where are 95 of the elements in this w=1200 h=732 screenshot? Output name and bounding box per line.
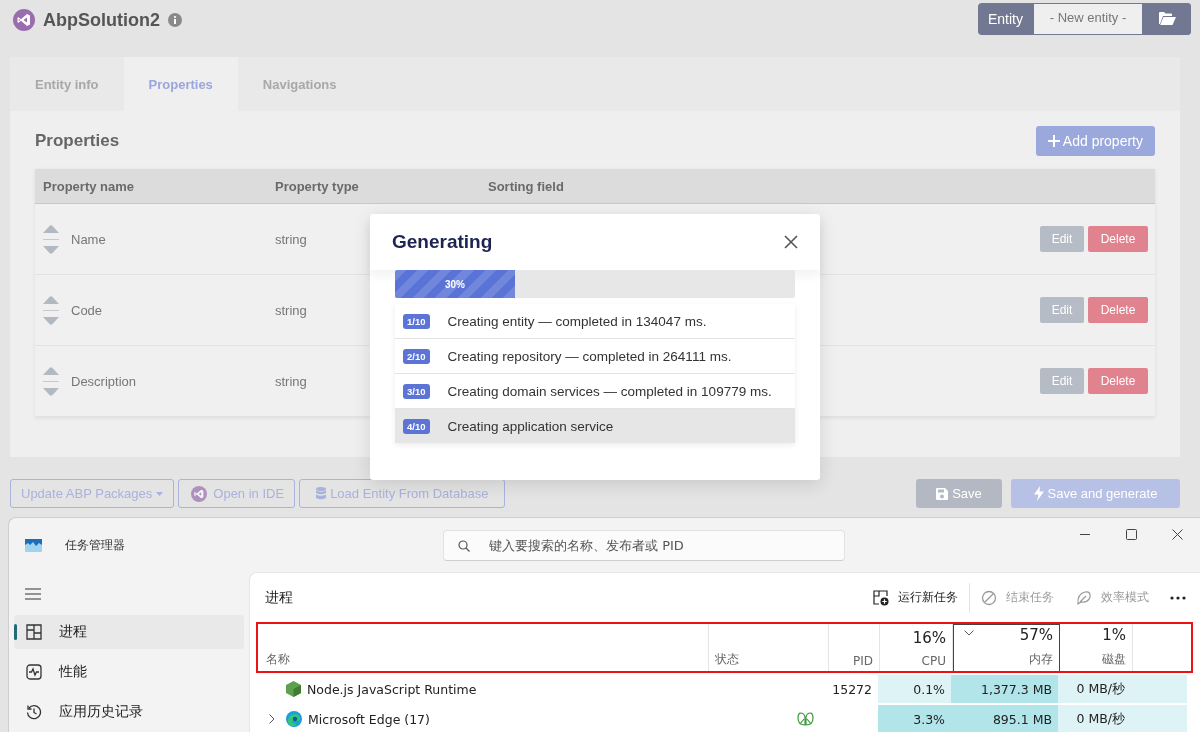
menu-icon xyxy=(25,588,41,600)
close-icon xyxy=(1171,528,1183,540)
table-cell: 3.3% xyxy=(878,705,951,732)
step-badge: 3/10 xyxy=(403,383,430,399)
page-title: 进程 xyxy=(265,588,293,607)
nav-item[interactable]: 应用历史记录 xyxy=(14,695,244,729)
column-header[interactable]: 57% 内存 xyxy=(953,624,1060,671)
nav-item[interactable]: 进程 xyxy=(14,615,244,649)
section-title: Properties xyxy=(35,131,120,151)
step-text: Creating domain services — completed in 109779 ms. xyxy=(447,383,772,399)
move-down-icon[interactable] xyxy=(43,245,59,254)
column-header[interactable]: 16% CPU xyxy=(880,624,953,671)
tab[interactable]: Properties xyxy=(123,57,238,111)
table-cell xyxy=(1131,705,1187,732)
progress-label: 30% xyxy=(445,278,465,290)
lightning-icon xyxy=(1033,486,1044,501)
nav-item[interactable]: 性能 xyxy=(14,655,244,689)
toolbar-button[interactable]: 运行新任务 xyxy=(862,581,969,614)
table-cell: 895.1 MB xyxy=(951,705,1058,732)
step-badge: 4/10 xyxy=(403,418,430,434)
table-cell-text: 15272 xyxy=(831,680,873,699)
app-title: AbpSolution2 xyxy=(43,9,160,31)
column-header: Property name xyxy=(42,178,136,194)
edit-button[interactable]: Edit xyxy=(1040,226,1084,252)
update-packages-button[interactable]: Update ABP Packages xyxy=(10,479,175,508)
add-property-button[interactable]: Add property xyxy=(1035,126,1155,156)
delete-button[interactable]: Delete xyxy=(1088,297,1148,323)
move-up-icon[interactable] xyxy=(43,295,59,304)
leaf-icon xyxy=(1076,589,1092,606)
property-type: string xyxy=(274,302,307,318)
run-task-icon xyxy=(873,589,889,606)
property-type: string xyxy=(274,373,307,389)
hexagon-icon xyxy=(286,681,301,697)
expand-chevron-icon[interactable] xyxy=(269,714,275,724)
save-generate-button[interactable]: Save and generate xyxy=(1011,479,1180,508)
move-down-icon[interactable] xyxy=(43,316,59,325)
leaf-icon xyxy=(797,711,814,727)
table-cell xyxy=(1131,675,1187,703)
more-icon xyxy=(1170,595,1186,600)
sort-chevron-icon xyxy=(964,630,974,636)
entity-label: Entity xyxy=(987,9,1024,29)
close-icon xyxy=(784,235,798,249)
move-down-icon[interactable] xyxy=(43,387,59,396)
column-header[interactable]: 名称 xyxy=(258,624,709,671)
column-header[interactable]: PID xyxy=(829,624,880,671)
step-badge: 1/10 xyxy=(403,313,430,329)
processes-icon xyxy=(26,624,42,640)
caret-icon xyxy=(156,491,164,496)
menu-button[interactable] xyxy=(23,586,43,602)
table-cell: 0 MB/秒 xyxy=(1058,705,1131,732)
delete-button[interactable]: Delete xyxy=(1088,368,1148,394)
column-header: Sorting field xyxy=(487,178,565,194)
process-name: Node.js JavaScript Runtime xyxy=(307,681,477,697)
plus-icon xyxy=(1047,135,1060,147)
pulse-icon xyxy=(26,664,42,680)
step-badge: 2/10 xyxy=(403,348,430,364)
close-button[interactable] xyxy=(784,235,798,249)
delete-button[interactable]: Delete xyxy=(1088,226,1148,252)
table-cell: 0.1% xyxy=(878,675,951,703)
end-task-icon xyxy=(981,589,997,606)
save-icon xyxy=(936,487,949,500)
column-header[interactable]: 状态 xyxy=(709,624,829,671)
save-button[interactable]: Save xyxy=(916,479,1002,508)
history-icon xyxy=(26,704,42,720)
folder-icon xyxy=(1158,12,1176,25)
search-icon xyxy=(458,539,470,552)
step-text: Creating application service xyxy=(447,418,614,434)
info-icon xyxy=(168,13,182,27)
entity-field[interactable]: - New entity - xyxy=(1033,2,1143,35)
app-icon xyxy=(25,538,42,552)
ide-logo-icon xyxy=(191,485,208,502)
dialog-title: Generating xyxy=(392,231,493,253)
process-name: Microsoft Edge (17) xyxy=(308,711,430,727)
property-type: string xyxy=(274,231,307,247)
table-cell: 1,377.3 MB xyxy=(951,675,1058,703)
search-field[interactable]: 键入要搜索的名称、发布者或 PID xyxy=(443,529,845,561)
logo-icon xyxy=(13,9,35,31)
edit-button[interactable]: Edit xyxy=(1040,368,1084,394)
move-up-icon[interactable] xyxy=(43,224,59,233)
step-text: Creating repository — completed in 264111 ms. xyxy=(447,348,732,364)
column-header: Property type xyxy=(274,178,360,194)
tab[interactable]: Entity info xyxy=(10,57,124,111)
maximize-icon xyxy=(1125,528,1137,540)
edit-button[interactable]: Edit xyxy=(1040,297,1084,323)
database-icon xyxy=(316,487,327,500)
tab[interactable]: Navigations xyxy=(237,57,362,111)
property-name: Name xyxy=(71,231,106,247)
column-header[interactable]: 1% 磁盘 xyxy=(1060,624,1133,671)
property-name: Code xyxy=(71,302,103,318)
move-up-icon[interactable] xyxy=(43,366,59,375)
browser-icon xyxy=(286,711,302,727)
property-name: Description xyxy=(71,373,137,389)
window-title: 任务管理器 xyxy=(65,536,125,554)
step-text: Creating entity — completed in 134047 ms. xyxy=(447,313,707,329)
table-cell: 0 MB/秒 xyxy=(1058,675,1131,703)
